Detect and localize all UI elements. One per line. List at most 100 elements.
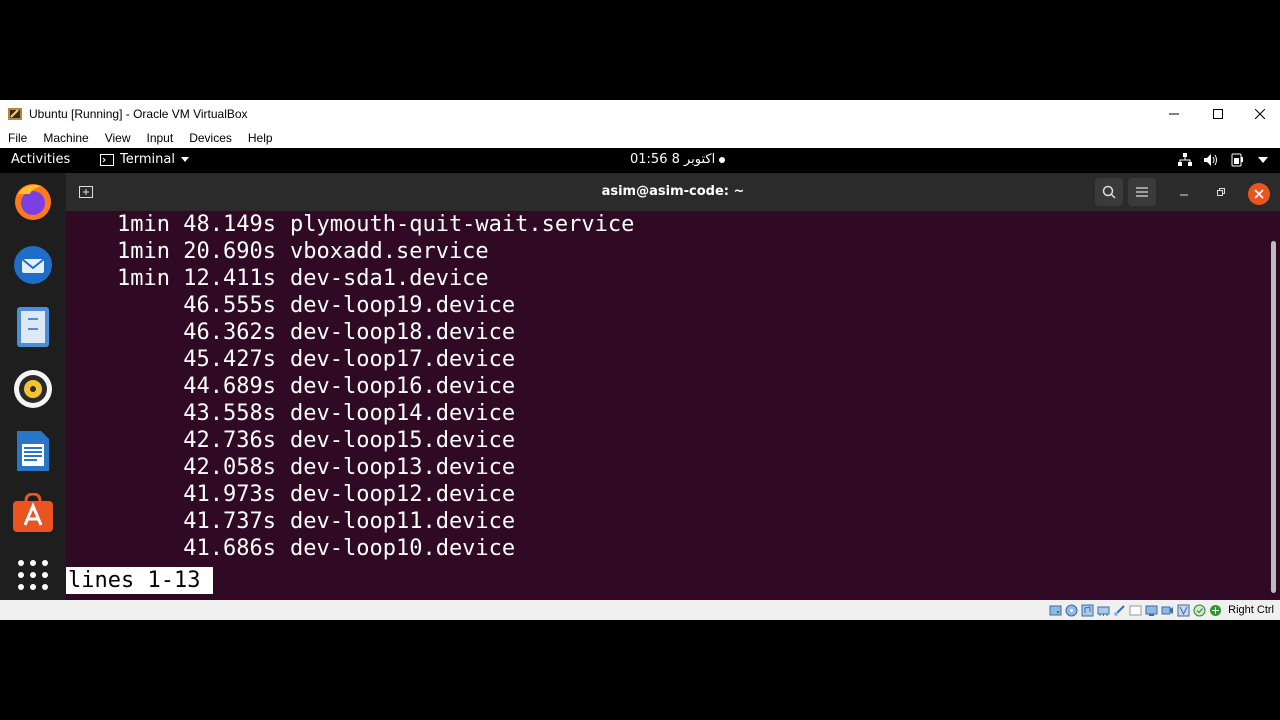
app-menu-button[interactable]: Terminal — [100, 152, 189, 167]
hamburger-icon — [1136, 187, 1148, 197]
line-unit: plymouth-quit-wait.service — [290, 212, 635, 237]
hard-disk-icon[interactable] — [1049, 604, 1062, 617]
show-applications-button[interactable] — [11, 553, 55, 597]
display-icon[interactable] — [1145, 604, 1158, 617]
close-icon — [1255, 109, 1265, 119]
recording-icon[interactable] — [1193, 604, 1206, 617]
maximize-icon — [1213, 109, 1223, 119]
dock-files[interactable] — [11, 305, 55, 349]
line-unit: vboxadd.service — [290, 239, 489, 264]
window-title: Ubuntu [Running] - Oracle VM VirtualBox — [29, 107, 248, 121]
line-unit: dev-loop14.device — [290, 401, 516, 426]
search-icon — [1102, 185, 1116, 199]
output-line: 41.686s dev-loop10.device — [66, 535, 515, 562]
output-line: 1min 20.690s vboxadd.service — [66, 238, 489, 265]
line-unit: dev-loop15.device — [290, 428, 516, 453]
menu-machine[interactable]: Machine — [35, 131, 96, 145]
terminal-minimize-button[interactable] — [1174, 182, 1194, 202]
optical-drive-icon[interactable] — [1065, 604, 1078, 617]
host-key-label: Right Ctrl — [1228, 604, 1274, 616]
menu-help[interactable]: Help — [240, 131, 281, 145]
menu-view[interactable]: View — [97, 131, 139, 145]
maximize-button[interactable] — [1196, 100, 1240, 128]
line-unit: dev-loop13.device — [290, 455, 516, 480]
line-time: 44.689s — [183, 374, 276, 399]
shared-folders-icon[interactable] — [1129, 604, 1142, 617]
network-adapter-icon[interactable] — [1097, 604, 1110, 617]
virtualization-icon[interactable] — [1177, 604, 1190, 617]
line-unit: dev-loop12.device — [290, 482, 516, 507]
terminal-close-button[interactable] — [1248, 183, 1270, 205]
restore-icon — [1217, 188, 1225, 196]
app-menu-label: Terminal — [120, 152, 175, 167]
line-unit: dev-loop10.device — [290, 536, 516, 561]
close-icon — [1254, 189, 1264, 199]
search-button[interactable] — [1095, 178, 1123, 206]
terminal-headerbar: asim@asim-code: ~ — [66, 173, 1280, 211]
chevron-down-icon — [1258, 157, 1268, 163]
volume-icon — [1204, 154, 1217, 166]
dock-firefox[interactable] — [11, 179, 55, 223]
system-tray[interactable] — [1178, 153, 1268, 167]
line-time: 46.555s — [183, 293, 276, 318]
network-icon — [1178, 153, 1192, 166]
output-line: 41.737s dev-loop11.device — [66, 508, 515, 535]
guest-screen: Activities Terminal 01:56 8 اکتوبر asim@… — [0, 148, 1280, 600]
minimize-icon — [1169, 113, 1179, 115]
dock — [0, 173, 66, 600]
dock-software[interactable] — [11, 491, 55, 535]
menu-input[interactable]: Input — [139, 131, 182, 145]
line-time: 45.427s — [183, 347, 276, 372]
line-unit: dev-loop16.device — [290, 374, 516, 399]
clock-button[interactable]: 01:56 8 اکتوبر — [630, 152, 726, 167]
menu-devices[interactable]: Devices — [181, 131, 240, 145]
video-capture-icon[interactable] — [1161, 604, 1174, 617]
dock-thunderbird[interactable] — [11, 243, 55, 287]
clock-text: 01:56 8 اکتوبر — [630, 152, 716, 167]
line-unit: dev-loop17.device — [290, 347, 516, 372]
terminal-icon — [100, 153, 114, 166]
output-line: 42.058s dev-loop13.device — [66, 454, 515, 481]
close-button[interactable] — [1238, 100, 1280, 128]
line-time: 41.737s — [183, 509, 276, 534]
libreoffice-writer-icon — [17, 431, 49, 471]
power-icon — [1231, 153, 1243, 167]
activities-button[interactable]: Activities — [11, 152, 70, 167]
line-time: 42.058s — [183, 455, 276, 480]
terminal-window: asim@asim-code: ~ 1min 48.149s plymouth-… — [66, 173, 1280, 600]
dock-rhythmbox[interactable] — [11, 367, 55, 411]
usb-icon[interactable] — [1113, 604, 1126, 617]
line-time: 43.558s — [183, 401, 276, 426]
ubuntu-software-icon — [13, 493, 53, 532]
thunderbird-icon — [14, 246, 52, 284]
window-titlebar: Ubuntu [Running] - Oracle VM VirtualBox — [0, 100, 1280, 128]
mouse-integration-icon[interactable] — [1209, 604, 1222, 617]
output-line: 42.736s dev-loop15.device — [66, 427, 515, 454]
terminal-maximize-button[interactable] — [1211, 182, 1231, 202]
files-icon — [17, 307, 49, 347]
line-unit: dev-loop11.device — [290, 509, 516, 534]
menu-bar: File Machine View Input Devices Help — [0, 128, 1280, 148]
terminal-output[interactable]: 1min 48.149s plymouth-quit-wait.service 1… — [66, 211, 1266, 600]
output-line: 1min 12.411s dev-sda1.device — [66, 265, 489, 292]
rhythmbox-icon — [14, 370, 52, 408]
dock-writer[interactable] — [11, 429, 55, 473]
line-unit: dev-loop18.device — [290, 320, 516, 345]
minimize-button[interactable] — [1152, 100, 1196, 128]
output-line: 46.555s dev-loop19.device — [66, 292, 515, 319]
audio-icon[interactable] — [1081, 604, 1094, 617]
terminal-scrollbar[interactable] — [1271, 241, 1276, 593]
show-applications-icon — [18, 560, 48, 590]
output-line: 44.689s dev-loop16.device — [66, 373, 515, 400]
notification-dot-icon — [719, 156, 726, 163]
line-time: 1min 12.411s — [117, 266, 276, 291]
gnome-top-bar: Activities Terminal 01:56 8 اکتوبر — [0, 148, 1280, 173]
line-time: 41.973s — [183, 482, 276, 507]
menu-file[interactable]: File — [0, 131, 35, 145]
output-line: 43.558s dev-loop14.device — [66, 400, 515, 427]
line-unit: dev-sda1.device — [290, 266, 489, 291]
output-line: 45.427s dev-loop17.device — [66, 346, 515, 373]
firefox-icon — [15, 184, 51, 220]
output-line: 46.362s dev-loop18.device — [66, 319, 515, 346]
hamburger-menu-button[interactable] — [1128, 178, 1156, 206]
